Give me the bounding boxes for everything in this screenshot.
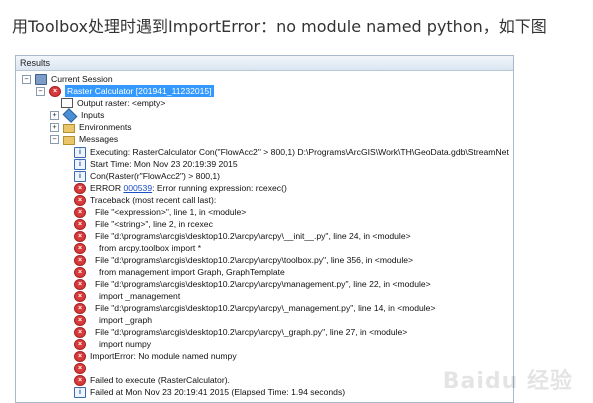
environments-icon [63, 123, 75, 133]
session-icon [35, 73, 47, 85]
message-text: File "<string>", line 2, in rcexec [95, 219, 213, 229]
message-text: File "d:\programs\arcgis\desktop10.2\arc… [95, 255, 414, 265]
error-icon: × [74, 314, 86, 326]
inputs-label: Inputs [81, 110, 105, 120]
message-row[interactable]: × from arcpy.toolbox import * [74, 242, 201, 254]
message-row[interactable]: × ImportError: No module named numpy [74, 350, 237, 362]
message-text: File "d:\programs\arcgis\desktop10.2\arc… [95, 327, 408, 337]
message-row[interactable]: × import _graph [74, 314, 152, 326]
error-icon: × [74, 350, 86, 362]
error-icon: × [74, 290, 86, 302]
message-row[interactable]: × from management import Graph, GraphTem… [74, 266, 285, 278]
message-row[interactable]: × File "d:\programs\arcgis\desktop10.2\a… [74, 278, 431, 290]
message-text: File "d:\programs\arcgis\desktop10.2\arc… [95, 279, 431, 289]
error-icon: × [74, 206, 86, 218]
messages-icon [63, 135, 75, 145]
message-text: File "<expression>", line 1, in <module> [95, 207, 247, 217]
collapse-toggle-icon[interactable]: − [50, 134, 59, 144]
error-icon: × [74, 254, 86, 266]
error-icon: × [74, 182, 86, 194]
message-row[interactable]: i Failed at Mon Nov 23 20:19:41 2015 (El… [74, 386, 345, 398]
message-text: ERROR 000539: Error running expression: … [90, 182, 287, 194]
info-icon: i [74, 146, 86, 158]
tree-row-inputs[interactable]: + Inputs [50, 108, 105, 123]
message-text: Failed at Mon Nov 23 20:19:41 2015 (Elap… [90, 387, 346, 397]
message-text: import _graph [99, 315, 153, 325]
expand-toggle-icon[interactable]: + [50, 110, 59, 120]
error-suffix: : Error running expression: rcexec() [152, 183, 287, 193]
messages-label: Messages [79, 134, 119, 144]
message-row[interactable]: × ERROR 000539: Error running expression… [74, 182, 287, 194]
watermark-logo: Baidu 经验 [442, 369, 573, 394]
error-icon: × [74, 374, 86, 386]
collapse-toggle-icon[interactable]: − [36, 86, 45, 96]
message-row[interactable]: × File "d:\programs\arcgis\desktop10.2\a… [74, 230, 411, 242]
message-text: import _management [99, 291, 181, 301]
message-text: Traceback (most recent call last): [90, 195, 217, 205]
message-row[interactable]: × Traceback (most recent call last): [74, 194, 216, 206]
message-text: ImportError: No module named numpy [90, 351, 237, 361]
message-text: Con(Raster(r"FlowAcc2") > 800,1) [90, 171, 221, 181]
message-row[interactable]: × Failed to execute (RasterCalculator). [74, 374, 230, 386]
message-text: File "d:\programs\arcgis\desktop10.2\arc… [95, 303, 436, 313]
error-icon: × [74, 194, 86, 206]
expand-toggle-icon[interactable]: + [50, 122, 59, 132]
error-icon: × [74, 362, 86, 374]
message-row[interactable]: × File "<expression>", line 1, in <modul… [74, 206, 246, 218]
collapse-toggle-icon[interactable]: − [22, 74, 31, 84]
message-text: Start Time: Mon Nov 23 20:19:39 2015 [90, 159, 238, 169]
info-icon: i [74, 386, 86, 398]
message-row[interactable]: i Start Time: Mon Nov 23 20:19:39 2015 [74, 158, 238, 170]
message-row[interactable]: i Executing: RasterCalculator Con("FlowA… [74, 146, 509, 158]
error-icon: × [74, 338, 86, 350]
error-icon: × [74, 326, 86, 338]
message-row[interactable]: × import _management [74, 290, 180, 302]
message-row[interactable]: × File "<string>", line 2, in rcexec [74, 218, 213, 230]
page-heading: 用Toolbox处理时遇到ImportError：no module named… [12, 17, 547, 36]
environments-label: Environments [79, 122, 132, 132]
error-icon: × [74, 302, 86, 314]
error-code-link[interactable]: 000539 [123, 183, 152, 193]
message-row[interactable]: × File "d:\programs\arcgis\desktop10.2\a… [74, 254, 413, 266]
session-label: Current Session [51, 74, 113, 84]
message-text: Failed to execute (RasterCalculator). [90, 375, 230, 385]
output-label: Output raster: <empty> [77, 98, 166, 108]
message-text: Executing: RasterCalculator Con("FlowAcc… [90, 147, 509, 157]
error-prefix: ERROR [90, 183, 124, 193]
tree-row-messages[interactable]: − Messages [50, 133, 118, 145]
error-icon: × [74, 230, 86, 242]
message-row[interactable]: × import numpy [74, 338, 151, 350]
panel-title: Results [16, 56, 513, 71]
message-row[interactable]: × [74, 362, 90, 374]
message-text: from arcpy.toolbox import * [99, 243, 202, 253]
message-row[interactable]: × File "d:\programs\arcgis\desktop10.2\a… [74, 302, 435, 314]
tool-label[interactable]: Raster Calculator [201941_11232015] [65, 85, 214, 97]
tree-row-environments[interactable]: + Environments [50, 121, 132, 133]
info-icon: i [74, 158, 86, 170]
error-icon: × [74, 278, 86, 290]
message-text: from management import Graph, GraphTempl… [99, 267, 285, 277]
message-row[interactable]: × File "d:\programs\arcgis\desktop10.2\a… [74, 326, 407, 338]
message-text: File "d:\programs\arcgis\desktop10.2\arc… [95, 231, 411, 241]
results-panel: Results − Current Session − × Raster Cal… [15, 55, 514, 403]
info-icon: i [74, 170, 86, 182]
tree-row-session[interactable]: − Current Session [22, 73, 113, 85]
error-icon: × [74, 242, 86, 254]
output-icon [61, 98, 73, 108]
tree-row-tool[interactable]: − × Raster Calculator [201941_11232015] [36, 85, 214, 97]
tree-row-output[interactable]: Output raster: <empty> [61, 97, 165, 109]
message-row[interactable]: i Con(Raster(r"FlowAcc2") > 800,1) [74, 170, 220, 182]
error-icon: × [74, 218, 86, 230]
error-icon: × [49, 85, 61, 97]
message-text: import numpy [99, 339, 152, 349]
error-icon: × [74, 266, 86, 278]
